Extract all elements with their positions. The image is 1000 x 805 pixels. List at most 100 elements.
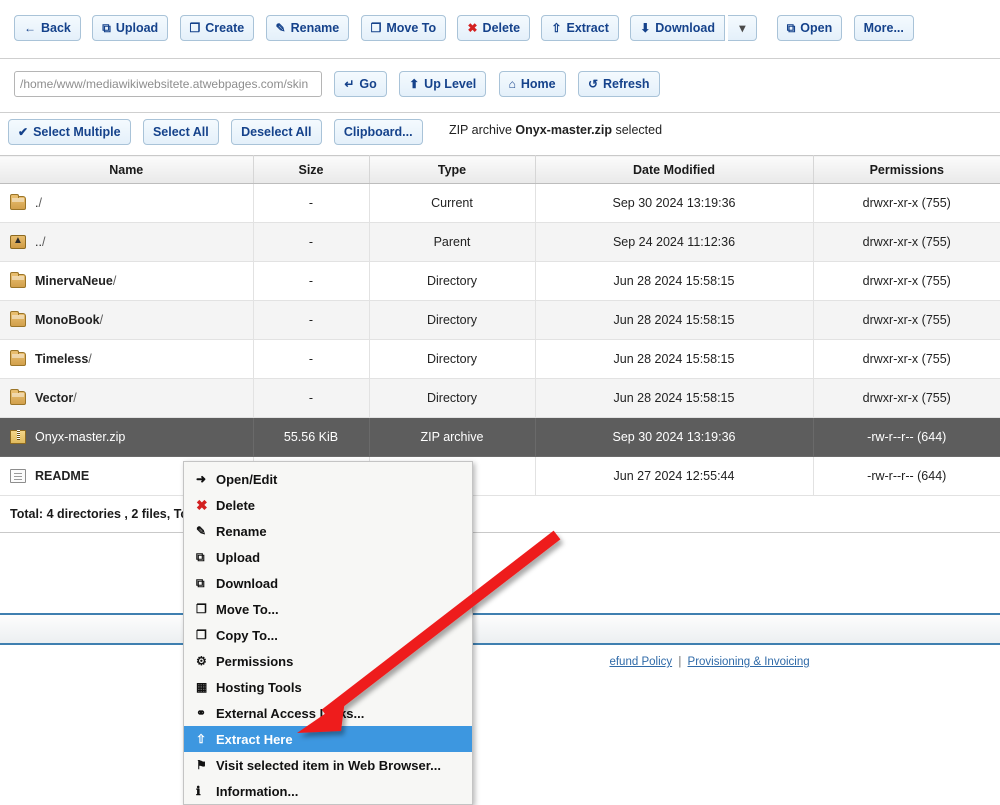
upload-button[interactable]: ⧉ Upload <box>92 15 168 41</box>
context-menu-item-information[interactable]: ℹInformation... <box>184 778 472 804</box>
context-menu-item-label: Visit selected item in Web Browser... <box>216 758 441 773</box>
cell-permissions: drwxr-xr-x (755) <box>813 301 1000 340</box>
home-button[interactable]: ⌂ Home <box>499 71 566 97</box>
web-browser-icon: ⚑ <box>196 759 213 771</box>
selection-status-filename: Onyx-master.zip <box>515 123 612 137</box>
cell-name[interactable]: ../ <box>0 223 253 262</box>
cell-name[interactable]: Vector/ <box>0 379 253 418</box>
context-menu-item-copy-to[interactable]: ❐Copy To... <box>184 622 472 648</box>
file-listing: Name Size Type Date Modified Permissions… <box>0 155 1000 533</box>
file-name-label: MinervaNeue <box>35 274 113 288</box>
file-name-slash: / <box>73 391 76 405</box>
cell-name[interactable]: Timeless/ <box>0 340 253 379</box>
back-button[interactable]: ← Back <box>14 15 81 41</box>
cell-permissions: drwxr-xr-x (755) <box>813 184 1000 223</box>
table-row[interactable]: ../-ParentSep 24 2024 11:12:36drwxr-xr-x… <box>0 223 1000 262</box>
select-all-button[interactable]: Select All <box>143 119 219 145</box>
download-dropdown-toggle[interactable]: ▾ <box>728 15 757 41</box>
cell-size: - <box>253 301 369 340</box>
context-menu-item-upload[interactable]: ⧉Upload <box>184 544 472 570</box>
download-icon: ⬇ <box>640 22 650 34</box>
file-name-slash: / <box>42 235 45 249</box>
upload-button-label: Upload <box>116 22 158 35</box>
deselect-all-button[interactable]: Deselect All <box>231 119 321 145</box>
cell-date-modified: Jun 27 2024 12:55:44 <box>535 457 813 496</box>
context-menu-item-rename[interactable]: ✎Rename <box>184 518 472 544</box>
path-toolbar: ↵ Go ⬆ Up Level ⌂ Home ↺ Refresh <box>0 59 1000 113</box>
context-menu-item-label: Move To... <box>216 602 279 617</box>
context-menu-item-label: Upload <box>216 550 260 565</box>
column-header-date-modified[interactable]: Date Modified <box>535 156 813 184</box>
path-input[interactable] <box>14 71 322 97</box>
table-row[interactable]: ./-CurrentSep 30 2024 13:19:36drwxr-xr-x… <box>0 184 1000 223</box>
cell-name[interactable]: MonoBook/ <box>0 301 253 340</box>
table-total-row: Total: 4 directories , 2 files, To <box>0 496 1000 533</box>
context-menu-item-delete[interactable]: ✖Delete <box>184 492 472 518</box>
selection-status-suffix: selected <box>615 123 662 137</box>
up-level-button[interactable]: ⬆ Up Level <box>399 71 486 97</box>
cell-size: - <box>253 223 369 262</box>
cell-size: - <box>253 340 369 379</box>
table-row[interactable]: READMEWN fileJun 27 2024 12:55:44-rw-r--… <box>0 457 1000 496</box>
column-header-name[interactable]: Name <box>0 156 253 184</box>
context-menu-item-label: Hosting Tools <box>216 680 302 695</box>
column-header-type[interactable]: Type <box>369 156 535 184</box>
download-button[interactable]: ⬇ Download <box>630 15 725 41</box>
cell-name[interactable]: MinervaNeue/ <box>0 262 253 301</box>
context-menu-item-download[interactable]: ⧉Download <box>184 570 472 596</box>
rename-button[interactable]: ✎ Rename <box>266 15 350 41</box>
cell-date-modified: Sep 30 2024 13:19:36 <box>535 418 813 457</box>
select-all-label: Select All <box>153 126 209 139</box>
delete-button-label: Delete <box>483 22 521 35</box>
hosting-tools-icon: ▦ <box>196 681 213 693</box>
cell-size: - <box>253 184 369 223</box>
context-menu-item-move-to[interactable]: ❐Move To... <box>184 596 472 622</box>
file-name-label: Onyx-master.zip <box>35 430 125 444</box>
permissions-gear-icon: ⚙ <box>196 655 213 667</box>
cell-name[interactable]: ./ <box>0 184 253 223</box>
file-table: Name Size Type Date Modified Permissions… <box>0 155 1000 496</box>
table-row[interactable]: MonoBook/-DirectoryJun 28 2024 15:58:15d… <box>0 301 1000 340</box>
file-name-label: README <box>35 469 89 483</box>
cell-date-modified: Sep 30 2024 13:19:36 <box>535 184 813 223</box>
move-to-button[interactable]: ❐ Move To <box>361 15 447 41</box>
provisioning-invoicing-link[interactable]: Provisioning & Invoicing <box>688 656 810 668</box>
context-menu[interactable]: ➜Open/Edit✖Delete✎Rename⧉Upload⧉Download… <box>183 461 473 805</box>
cell-type: Directory <box>369 340 535 379</box>
cell-name[interactable]: Onyx-master.zip <box>0 418 253 457</box>
context-menu-item-visit-selected-item-in-web-browser[interactable]: ⚑Visit selected item in Web Browser... <box>184 752 472 778</box>
go-icon: ↵ <box>344 78 354 90</box>
refresh-button-label: Refresh <box>603 78 650 91</box>
context-menu-item-hosting-tools[interactable]: ▦Hosting Tools <box>184 674 472 700</box>
open-button[interactable]: ⧉ Open <box>777 15 843 41</box>
delete-button[interactable]: ✖ Delete <box>457 15 530 41</box>
context-menu-item-open-edit[interactable]: ➜Open/Edit <box>184 466 472 492</box>
table-row[interactable]: MinervaNeue/-DirectoryJun 28 2024 15:58:… <box>0 262 1000 301</box>
table-row[interactable]: Timeless/-DirectoryJun 28 2024 15:58:15d… <box>0 340 1000 379</box>
column-header-permissions[interactable]: Permissions <box>813 156 1000 184</box>
context-menu-item-label: Open/Edit <box>216 472 277 487</box>
context-menu-item-external-access-links[interactable]: ⚭External Access Links... <box>184 700 472 726</box>
more-button[interactable]: More... <box>854 15 914 41</box>
clipboard-button[interactable]: Clipboard... <box>334 119 423 145</box>
back-arrow-icon: ← <box>24 22 36 34</box>
move-to-folder-icon: ❐ <box>196 603 213 615</box>
create-button[interactable]: ❐ Create <box>180 15 255 41</box>
context-menu-item-extract-here[interactable]: ⇧Extract Here <box>184 726 472 752</box>
extract-button[interactable]: ⇧ Extract <box>541 15 618 41</box>
file-name-label: Vector <box>35 391 73 405</box>
context-menu-item-label: Information... <box>216 784 298 799</box>
refund-policy-link[interactable]: efund Policy <box>609 656 672 668</box>
delete-x-icon: ✖ <box>196 498 213 512</box>
cell-date-modified: Jun 28 2024 15:58:15 <box>535 262 813 301</box>
column-header-size[interactable]: Size <box>253 156 369 184</box>
cell-size: - <box>253 262 369 301</box>
context-menu-item-label: Permissions <box>216 654 293 669</box>
cell-type: Current <box>369 184 535 223</box>
context-menu-item-permissions[interactable]: ⚙Permissions <box>184 648 472 674</box>
select-multiple-button[interactable]: ✔ Select Multiple <box>8 119 131 145</box>
table-row[interactable]: Vector/-DirectoryJun 28 2024 15:58:15drw… <box>0 379 1000 418</box>
go-button[interactable]: ↵ Go <box>334 71 386 97</box>
refresh-button[interactable]: ↺ Refresh <box>578 71 660 97</box>
table-row[interactable]: Onyx-master.zip55.56 KiBZIP archiveSep 3… <box>0 418 1000 457</box>
